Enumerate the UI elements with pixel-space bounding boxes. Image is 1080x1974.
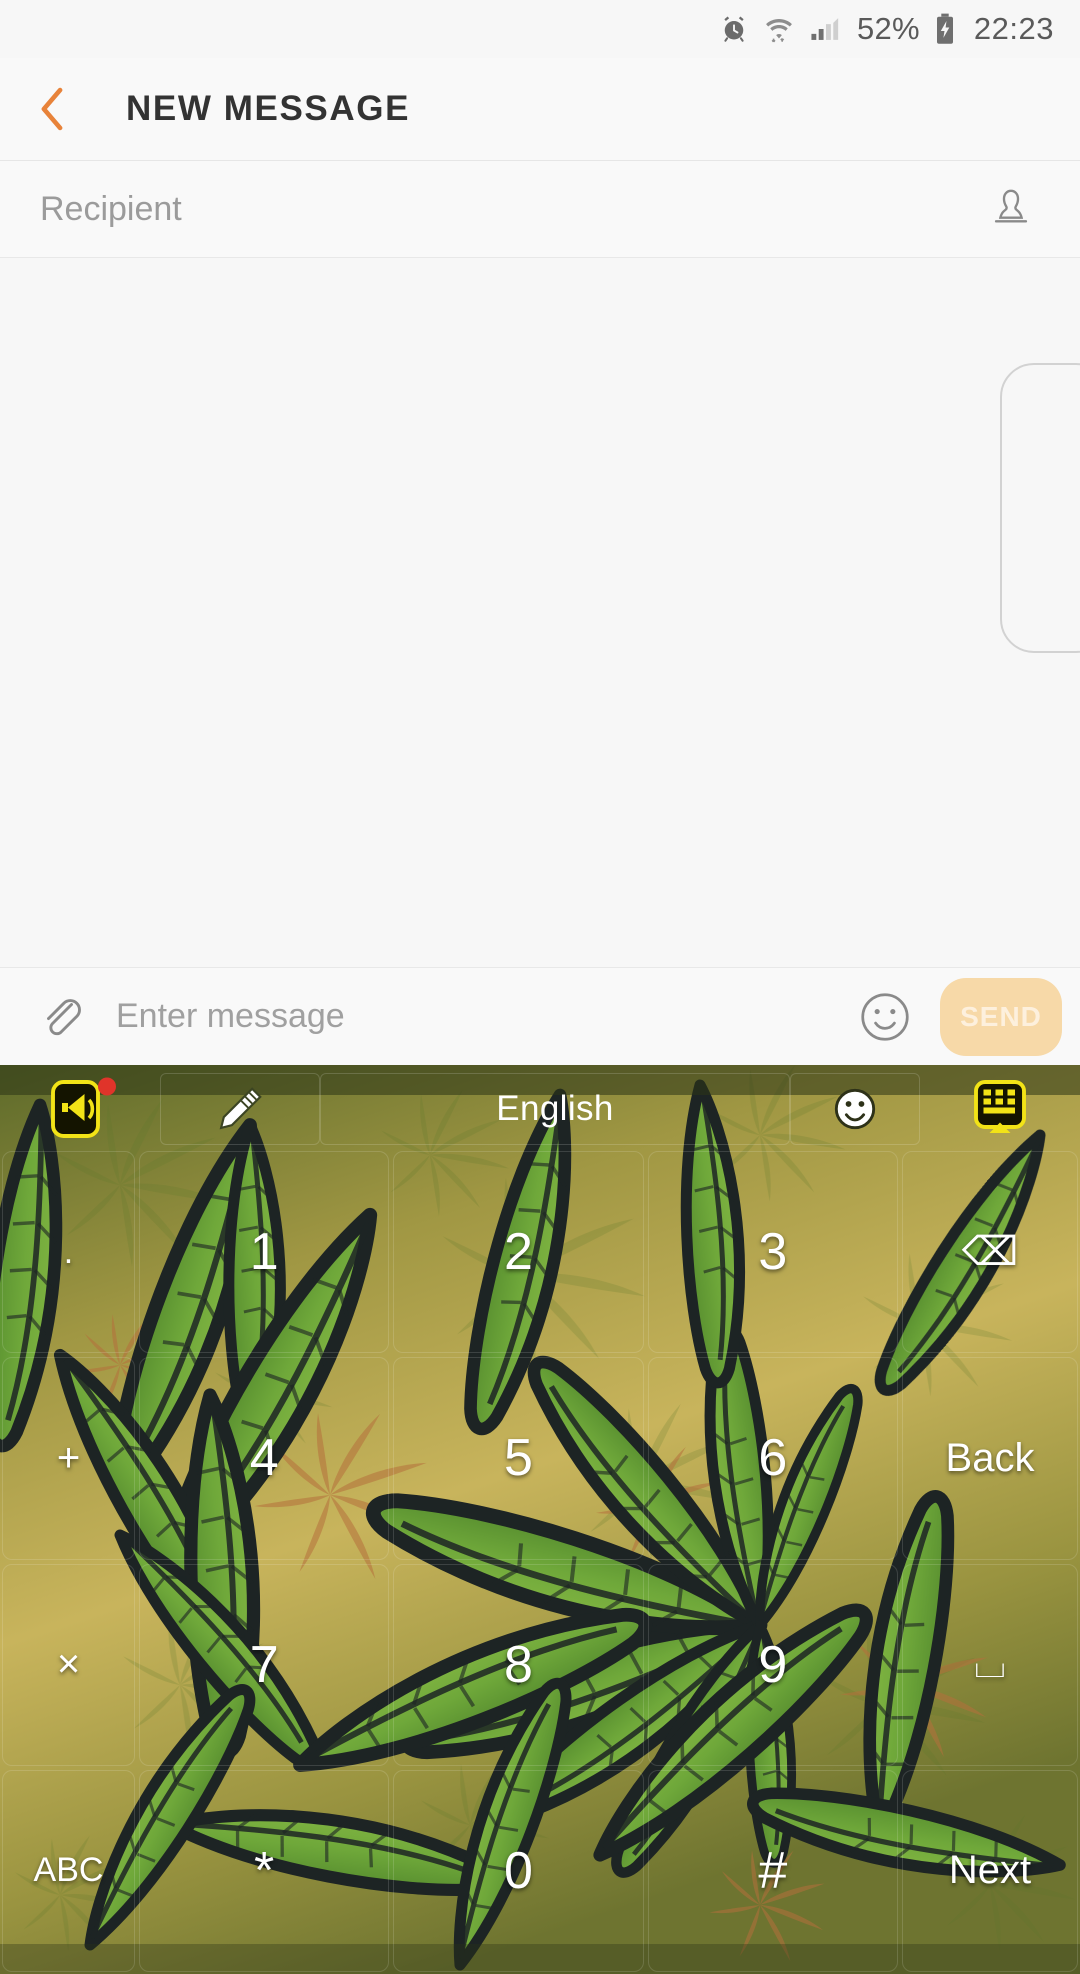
conversation-area <box>0 258 1080 968</box>
keyboard-handwriting-button[interactable] <box>160 1073 320 1145</box>
smiley-face-icon <box>861 992 909 1041</box>
keyboard: English . 1 2 3 ⌫ + 4 5 6 Back × 7 8 9 ⌴… <box>0 1065 1080 1974</box>
key-2[interactable]: 2 <box>393 1151 644 1354</box>
key-space[interactable]: ⌴ <box>901 1563 1078 1766</box>
key-1[interactable]: 1 <box>139 1151 390 1354</box>
alarm-clock-icon <box>719 14 749 44</box>
status-clock: 22:23 <box>973 11 1054 46</box>
handwriting-pen-icon <box>219 1087 262 1130</box>
contact-person-icon <box>994 189 1028 223</box>
keyboard-language-button[interactable]: English <box>320 1073 790 1145</box>
notification-dot <box>98 1077 116 1096</box>
key-5[interactable]: 5 <box>393 1357 644 1560</box>
keyboard-toolbar: English <box>0 1065 1080 1149</box>
keyboard-download-icon <box>974 1080 1026 1133</box>
key-9[interactable]: 9 <box>647 1563 898 1766</box>
sound-back-icon <box>51 1077 116 1138</box>
keyboard-emoji-button[interactable] <box>790 1073 920 1145</box>
keyboard-key-grid: . 1 2 3 ⌫ + 4 5 6 Back × 7 8 9 ⌴ ABC * 0… <box>0 1149 1080 1974</box>
compose-bar: SEND <box>0 968 1080 1065</box>
paperclip-icon <box>47 998 81 1035</box>
send-button[interactable]: SEND <box>940 977 1062 1056</box>
key-next[interactable]: Next <box>901 1769 1078 1972</box>
key-multiply[interactable]: × <box>2 1563 135 1766</box>
keyboard-sound-back-button[interactable] <box>0 1073 160 1145</box>
panel-edge-decoration <box>1000 363 1080 653</box>
recipient-row[interactable] <box>0 161 1080 258</box>
key-4[interactable]: 4 <box>139 1357 390 1560</box>
battery-charging-icon <box>934 13 956 45</box>
key-6[interactable]: 6 <box>647 1357 898 1560</box>
keyboard-language-label: English <box>496 1089 614 1128</box>
emoji-button[interactable] <box>848 980 922 1054</box>
emoji-face-icon <box>834 1088 876 1130</box>
chevron-left-icon <box>41 87 63 131</box>
key-0[interactable]: 0 <box>393 1769 644 1972</box>
keyboard-row-2: + 4 5 6 Back <box>0 1355 1080 1561</box>
recipient-input[interactable] <box>40 189 976 229</box>
key-3[interactable]: 3 <box>647 1151 898 1354</box>
key-back[interactable]: Back <box>901 1357 1078 1560</box>
message-input[interactable] <box>106 997 840 1036</box>
key-backspace[interactable]: ⌫ <box>901 1151 1078 1354</box>
key-7[interactable]: 7 <box>139 1563 390 1766</box>
keyboard-row-3: × 7 8 9 ⌴ <box>0 1562 1080 1768</box>
keyboard-row-4: ABC * 0 # Next <box>0 1768 1080 1974</box>
key-plus[interactable]: + <box>2 1357 135 1560</box>
battery-percent: 52% <box>856 11 920 46</box>
key-asterisk[interactable]: * <box>139 1769 390 1972</box>
signal-icon <box>809 14 843 44</box>
page-title: NEW MESSAGE <box>126 89 411 128</box>
keyboard-row-1: . 1 2 3 ⌫ <box>0 1149 1080 1355</box>
back-button[interactable] <box>0 58 104 161</box>
key-abc[interactable]: ABC <box>2 1769 135 1972</box>
add-contact-button[interactable] <box>976 174 1046 244</box>
attach-button[interactable] <box>24 980 98 1054</box>
app-bar: NEW MESSAGE <box>0 58 1080 161</box>
key-hash[interactable]: # <box>647 1769 898 1972</box>
status-bar: 52% 22:23 <box>0 0 1080 58</box>
keyboard-theme-button[interactable] <box>920 1073 1080 1145</box>
key-period[interactable]: . <box>2 1151 135 1354</box>
key-8[interactable]: 8 <box>393 1563 644 1766</box>
wifi-icon <box>763 14 795 44</box>
